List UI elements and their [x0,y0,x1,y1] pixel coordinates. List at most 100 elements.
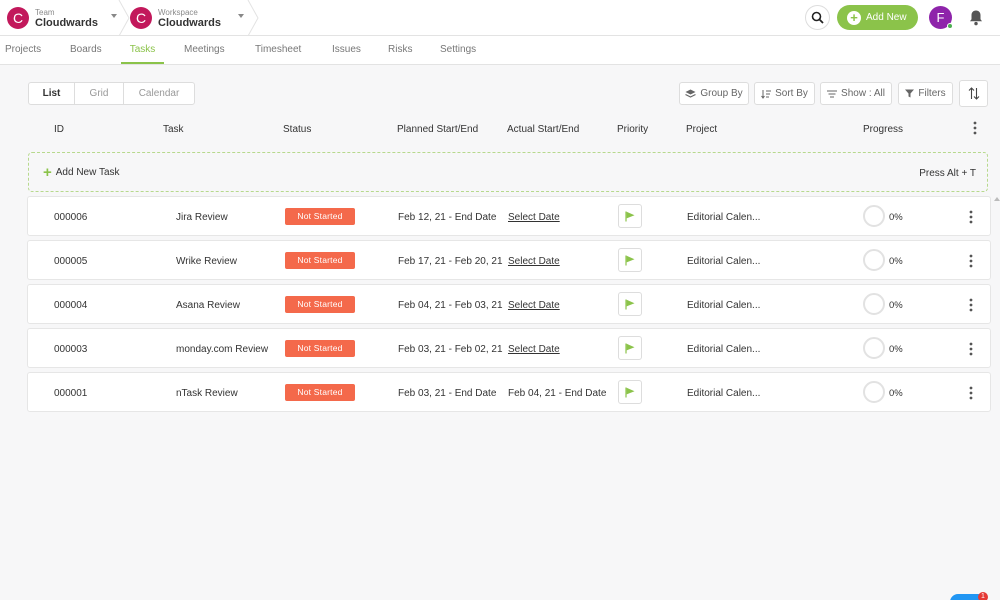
plus-icon: + [847,10,861,25]
actual-dates[interactable]: Feb 04, 21 - End Date [508,388,606,399]
task-id: 000005 [54,256,88,267]
status-badge[interactable]: Not Started [285,384,355,401]
more-options-icon[interactable] [968,342,974,356]
main-nav-tabs: Projects Boards Tasks Meetings Timesheet… [0,36,1000,65]
tab-settings[interactable]: Settings [440,36,476,64]
column-header-progress[interactable]: Progress [863,124,903,135]
task-id: 000003 [54,344,88,355]
tab-meetings[interactable]: Meetings [184,36,225,64]
actual-dates[interactable]: Select Date [508,300,560,311]
task-id: 000006 [54,212,88,223]
online-status-dot [947,23,953,29]
column-header-actual[interactable]: Actual Start/End [507,124,579,135]
tab-projects[interactable]: Projects [5,36,41,64]
column-header-status[interactable]: Status [283,124,311,135]
column-header-priority[interactable]: Priority [617,124,648,135]
team-avatar: C [7,7,29,29]
task-title[interactable]: Asana Review [176,300,240,311]
sort-icon [761,89,772,99]
actual-dates[interactable]: Select Date [508,256,560,267]
planned-dates[interactable]: Feb 04, 21 - Feb 03, 21 [398,300,503,311]
progress-value: 0% [889,212,903,223]
progress-value: 0% [889,256,903,267]
project-name[interactable]: Editorial Calen... [687,300,760,311]
task-id: 000001 [54,388,88,399]
progress-ring [863,293,885,315]
status-badge[interactable]: Not Started [285,296,355,313]
more-options-icon[interactable] [968,386,974,400]
planned-dates[interactable]: Feb 03, 21 - End Date [398,388,496,399]
scrollbar-up-arrow[interactable] [994,197,1000,201]
sort-by-button[interactable]: Sort By [754,82,815,105]
task-title[interactable]: monday.com Review [176,344,268,355]
view-grid[interactable]: Grid [75,83,124,104]
list-icon [827,90,838,97]
status-badge[interactable]: Not Started [285,252,355,269]
table-row[interactable]: 000005 Wrike Review Not Started Feb 17, … [27,240,991,280]
bell-icon[interactable] [968,9,984,27]
table-row[interactable]: 000004 Asana Review Not Started Feb 04, … [27,284,991,324]
priority-button[interactable] [618,248,642,272]
search-button[interactable] [805,5,830,30]
more-options-icon[interactable] [968,210,974,224]
workspace-switcher[interactable]: C Workspace Cloudwards [130,0,252,36]
search-icon [811,11,824,24]
add-new-button[interactable]: + Add New [837,5,918,30]
priority-button[interactable] [618,292,642,316]
planned-dates[interactable]: Feb 03, 21 - Feb 02, 21 [398,344,503,355]
column-header-planned[interactable]: Planned Start/End [397,124,478,135]
progress-ring [863,249,885,271]
flag-icon [625,299,635,309]
tab-issues[interactable]: Issues [332,36,361,64]
column-header-id[interactable]: ID [54,124,64,135]
more-options-icon[interactable] [968,254,974,268]
column-header-task[interactable]: Task [163,124,184,135]
sort-direction-icon [968,87,979,100]
task-title[interactable]: nTask Review [176,388,238,399]
breadcrumb-separator-icon [118,0,130,36]
project-name[interactable]: Editorial Calen... [687,212,760,223]
tab-tasks[interactable]: Tasks [121,36,164,64]
priority-button[interactable] [618,336,642,360]
funnel-icon [905,89,915,98]
user-avatar[interactable]: F [929,6,953,29]
tab-timesheet[interactable]: Timesheet [255,36,301,64]
group-by-button[interactable]: Group By [679,82,749,105]
table-row[interactable]: 000003 monday.com Review Not Started Feb… [27,328,991,368]
tab-boards[interactable]: Boards [70,36,102,64]
actual-dates[interactable]: Select Date [508,344,560,355]
progress-ring [863,205,885,227]
view-calendar[interactable]: Calendar [124,83,194,104]
priority-button[interactable] [618,204,642,228]
status-badge[interactable]: Not Started [285,208,355,225]
task-title[interactable]: Wrike Review [176,256,237,267]
flag-icon [625,255,635,265]
table-row[interactable]: 000001 nTask Review Not Started Feb 03, … [27,372,991,412]
user-initial: F [936,10,945,25]
column-options-icon[interactable] [972,121,978,135]
planned-dates[interactable]: Feb 17, 21 - Feb 20, 21 [398,256,503,267]
priority-button[interactable] [618,380,642,404]
column-header-project[interactable]: Project [686,124,717,135]
project-name[interactable]: Editorial Calen... [687,388,760,399]
progress-value: 0% [889,344,903,355]
more-options-icon[interactable] [968,298,974,312]
task-title[interactable]: Jira Review [176,212,228,223]
group-by-label: Group By [700,88,743,99]
sort-direction-button[interactable] [959,80,988,107]
planned-dates[interactable]: Feb 12, 21 - End Date [398,212,496,223]
sort-by-label: Sort By [775,88,808,99]
actual-dates[interactable]: Select Date [508,212,560,223]
progress-ring [863,381,885,403]
team-switcher[interactable]: C Team Cloudwards [7,0,125,36]
tab-risks[interactable]: Risks [388,36,412,64]
chat-unread-badge: 1 [978,592,988,600]
table-row[interactable]: 000006 Jira Review Not Started Feb 12, 2… [27,196,991,236]
status-badge[interactable]: Not Started [285,340,355,357]
show-filter-button[interactable]: Show : All [820,82,892,105]
project-name[interactable]: Editorial Calen... [687,344,760,355]
filters-button[interactable]: Filters [898,82,953,105]
view-list[interactable]: List [29,83,75,104]
add-new-task-row[interactable]: + Add New Task Press Alt + T [28,152,988,192]
project-name[interactable]: Editorial Calen... [687,256,760,267]
